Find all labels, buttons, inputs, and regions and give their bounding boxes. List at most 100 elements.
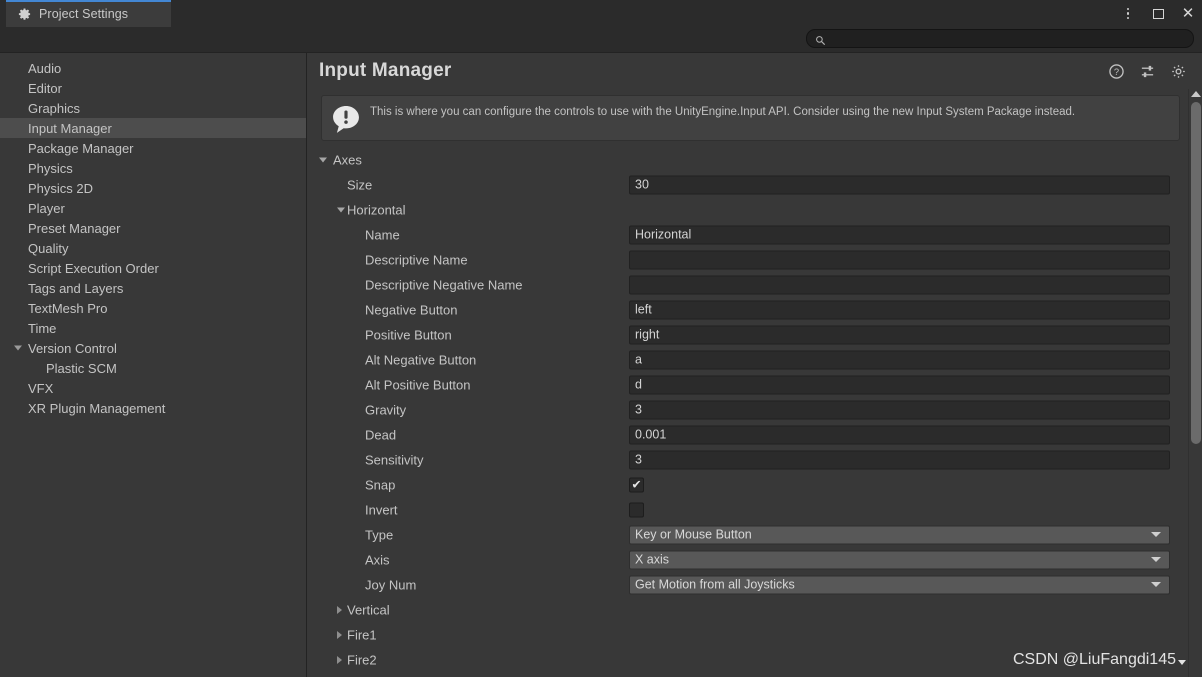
window-body: Audio Editor Graphics Input Manager Package …: [0, 52, 1202, 677]
sidebar-item-audio[interactable]: Audio: [0, 58, 306, 78]
sidebar-item-label: Time: [28, 320, 57, 336]
sidebar-item-physics-2d[interactable]: Physics 2D: [0, 178, 306, 198]
property-row-alt-positive-button: Alt Positive Button d: [307, 372, 1202, 397]
scrollbar-thumb[interactable]: [1191, 102, 1201, 444]
sidebar-item-graphics[interactable]: Graphics: [0, 98, 306, 118]
text-field-positive-button[interactable]: right: [629, 325, 1170, 344]
sidebar-item-tags-and-layers[interactable]: Tags and Layers: [0, 278, 306, 298]
property-label: Size: [347, 177, 373, 192]
property-row-type: Type Key or Mouse Button: [307, 522, 1202, 547]
title-bar: Project Settings ✕: [0, 0, 1202, 27]
maximize-icon[interactable]: [1150, 6, 1166, 22]
checkbox-invert[interactable]: [629, 502, 644, 517]
sidebar-item-label: Audio: [28, 60, 62, 76]
sidebar-item-vfx[interactable]: VFX: [0, 378, 306, 398]
chevron-right-icon[interactable]: [337, 655, 342, 664]
property-label: Invert: [365, 502, 398, 517]
settings-sidebar: Audio Editor Graphics Input Manager Package …: [0, 53, 307, 677]
chevron-down-icon: [1151, 557, 1161, 562]
sidebar-item-label: Quality: [28, 240, 69, 256]
sidebar-item-time[interactable]: Time: [0, 318, 306, 338]
property-row-fire2: Fire2: [307, 647, 1202, 672]
scroll-up-arrow-icon[interactable]: [1190, 91, 1201, 97]
window-controls: ✕: [1120, 0, 1196, 27]
property-label: Descriptive Name: [365, 252, 468, 267]
sidebar-item-package-manager[interactable]: Package Manager: [0, 138, 306, 158]
sidebar-item-input-manager[interactable]: Input Manager: [0, 118, 306, 138]
property-label: Sensitivity: [365, 452, 424, 467]
chevron-down-icon: [1151, 532, 1161, 537]
chevron-down-icon: [1151, 582, 1161, 587]
info-banner: This is where you can configure the cont…: [321, 95, 1180, 141]
tab-project-settings[interactable]: Project Settings: [6, 0, 171, 27]
sidebar-item-editor[interactable]: Editor: [0, 78, 306, 98]
chevron-right-icon[interactable]: [337, 630, 342, 639]
sidebar-item-label: Graphics: [28, 100, 81, 116]
info-banner-text: This is where you can configure the cont…: [370, 106, 1076, 118]
preset-icon[interactable]: [1139, 63, 1155, 79]
sidebar-item-label: Physics 2D: [28, 180, 94, 196]
dropdown-axis[interactable]: X axis: [629, 550, 1170, 569]
settings-gear-icon[interactable]: [1170, 63, 1186, 79]
property-row-axes: Axes: [307, 147, 1202, 172]
property-label: Descriptive Negative Name: [365, 277, 523, 292]
text-field-alt-negative-button[interactable]: a: [629, 350, 1170, 369]
sidebar-item-label: Plastic SCM: [46, 360, 117, 376]
property-list: Axes Size 30 Horizontal Name Horizontal Descri…: [307, 147, 1202, 672]
text-field-size[interactable]: 30: [629, 175, 1170, 194]
sidebar-item-plastic-scm[interactable]: Plastic SCM: [0, 358, 306, 378]
property-label: Snap: [365, 477, 396, 492]
chevron-down-icon[interactable]: [337, 207, 345, 212]
project-settings-window: s1 s Project Settings ✕: [0, 0, 1202, 677]
checkbox-snap[interactable]: ✔: [629, 477, 644, 492]
text-field-gravity[interactable]: 3: [629, 400, 1170, 419]
sidebar-item-label: Package Manager: [28, 140, 134, 156]
property-row-descriptive-negative-name: Descriptive Negative Name: [307, 272, 1202, 297]
property-row-size: Size 30: [307, 172, 1202, 197]
property-label: Alt Negative Button: [365, 352, 477, 367]
property-row-positive-button: Positive Button right: [307, 322, 1202, 347]
text-field-alt-positive-button[interactable]: d: [629, 375, 1170, 394]
sidebar-item-label: Preset Manager: [28, 220, 121, 236]
sidebar-item-label: Tags and Layers: [28, 280, 124, 296]
dropdown-value: Get Motion from all Joysticks: [635, 577, 795, 592]
text-field-sensitivity[interactable]: 3: [629, 450, 1170, 469]
main-header: Input Manager ?: [307, 53, 1202, 89]
text-field-negative-button[interactable]: left: [629, 300, 1170, 319]
search-input[interactable]: [831, 32, 1161, 45]
property-row-descriptive-name: Descriptive Name: [307, 247, 1202, 272]
sidebar-item-version-control[interactable]: Version Control: [0, 338, 306, 358]
sidebar-item-quality[interactable]: Quality: [0, 238, 306, 258]
kebab-menu-icon[interactable]: [1120, 6, 1136, 22]
text-field-descriptive-negative-name[interactable]: [629, 275, 1170, 294]
text-field-dead[interactable]: 0.001: [629, 425, 1170, 444]
close-icon[interactable]: ✕: [1180, 6, 1196, 22]
gear-icon: [18, 8, 31, 21]
text-field-name[interactable]: Horizontal: [629, 225, 1170, 244]
sidebar-item-preset-manager[interactable]: Preset Manager: [0, 218, 306, 238]
property-label: Axis: [365, 552, 390, 567]
sidebar-item-xr-plugin-management[interactable]: XR Plugin Management: [0, 398, 306, 418]
dropdown-type[interactable]: Key or Mouse Button: [629, 525, 1170, 544]
vertical-scrollbar[interactable]: [1188, 89, 1202, 677]
sidebar-item-player[interactable]: Player: [0, 198, 306, 218]
chevron-down-icon[interactable]: [319, 157, 327, 162]
chevron-down-icon[interactable]: [14, 345, 22, 351]
sidebar-item-script-execution-order[interactable]: Script Execution Order: [0, 258, 306, 278]
chevron-right-icon[interactable]: [337, 605, 342, 614]
property-row-axis: Axis X axis: [307, 547, 1202, 572]
dropdown-value: Key or Mouse Button: [635, 527, 752, 542]
property-row-sensitivity: Sensitivity 3: [307, 447, 1202, 472]
property-row-horizontal: Horizontal: [307, 197, 1202, 222]
sidebar-item-label: Input Manager: [28, 120, 112, 136]
sidebar-item-textmesh-pro[interactable]: TextMesh Pro: [0, 298, 306, 318]
property-label: Negative Button: [365, 302, 458, 317]
text-field-descriptive-name[interactable]: [629, 250, 1170, 269]
property-label: Gravity: [365, 402, 407, 417]
help-icon[interactable]: ?: [1108, 63, 1124, 79]
sidebar-item-physics[interactable]: Physics: [0, 158, 306, 178]
search-bar[interactable]: [806, 29, 1194, 48]
property-row-invert: Invert: [307, 497, 1202, 522]
property-label: Joy Num: [365, 577, 417, 592]
dropdown-joy-num[interactable]: Get Motion from all Joysticks: [629, 575, 1170, 594]
